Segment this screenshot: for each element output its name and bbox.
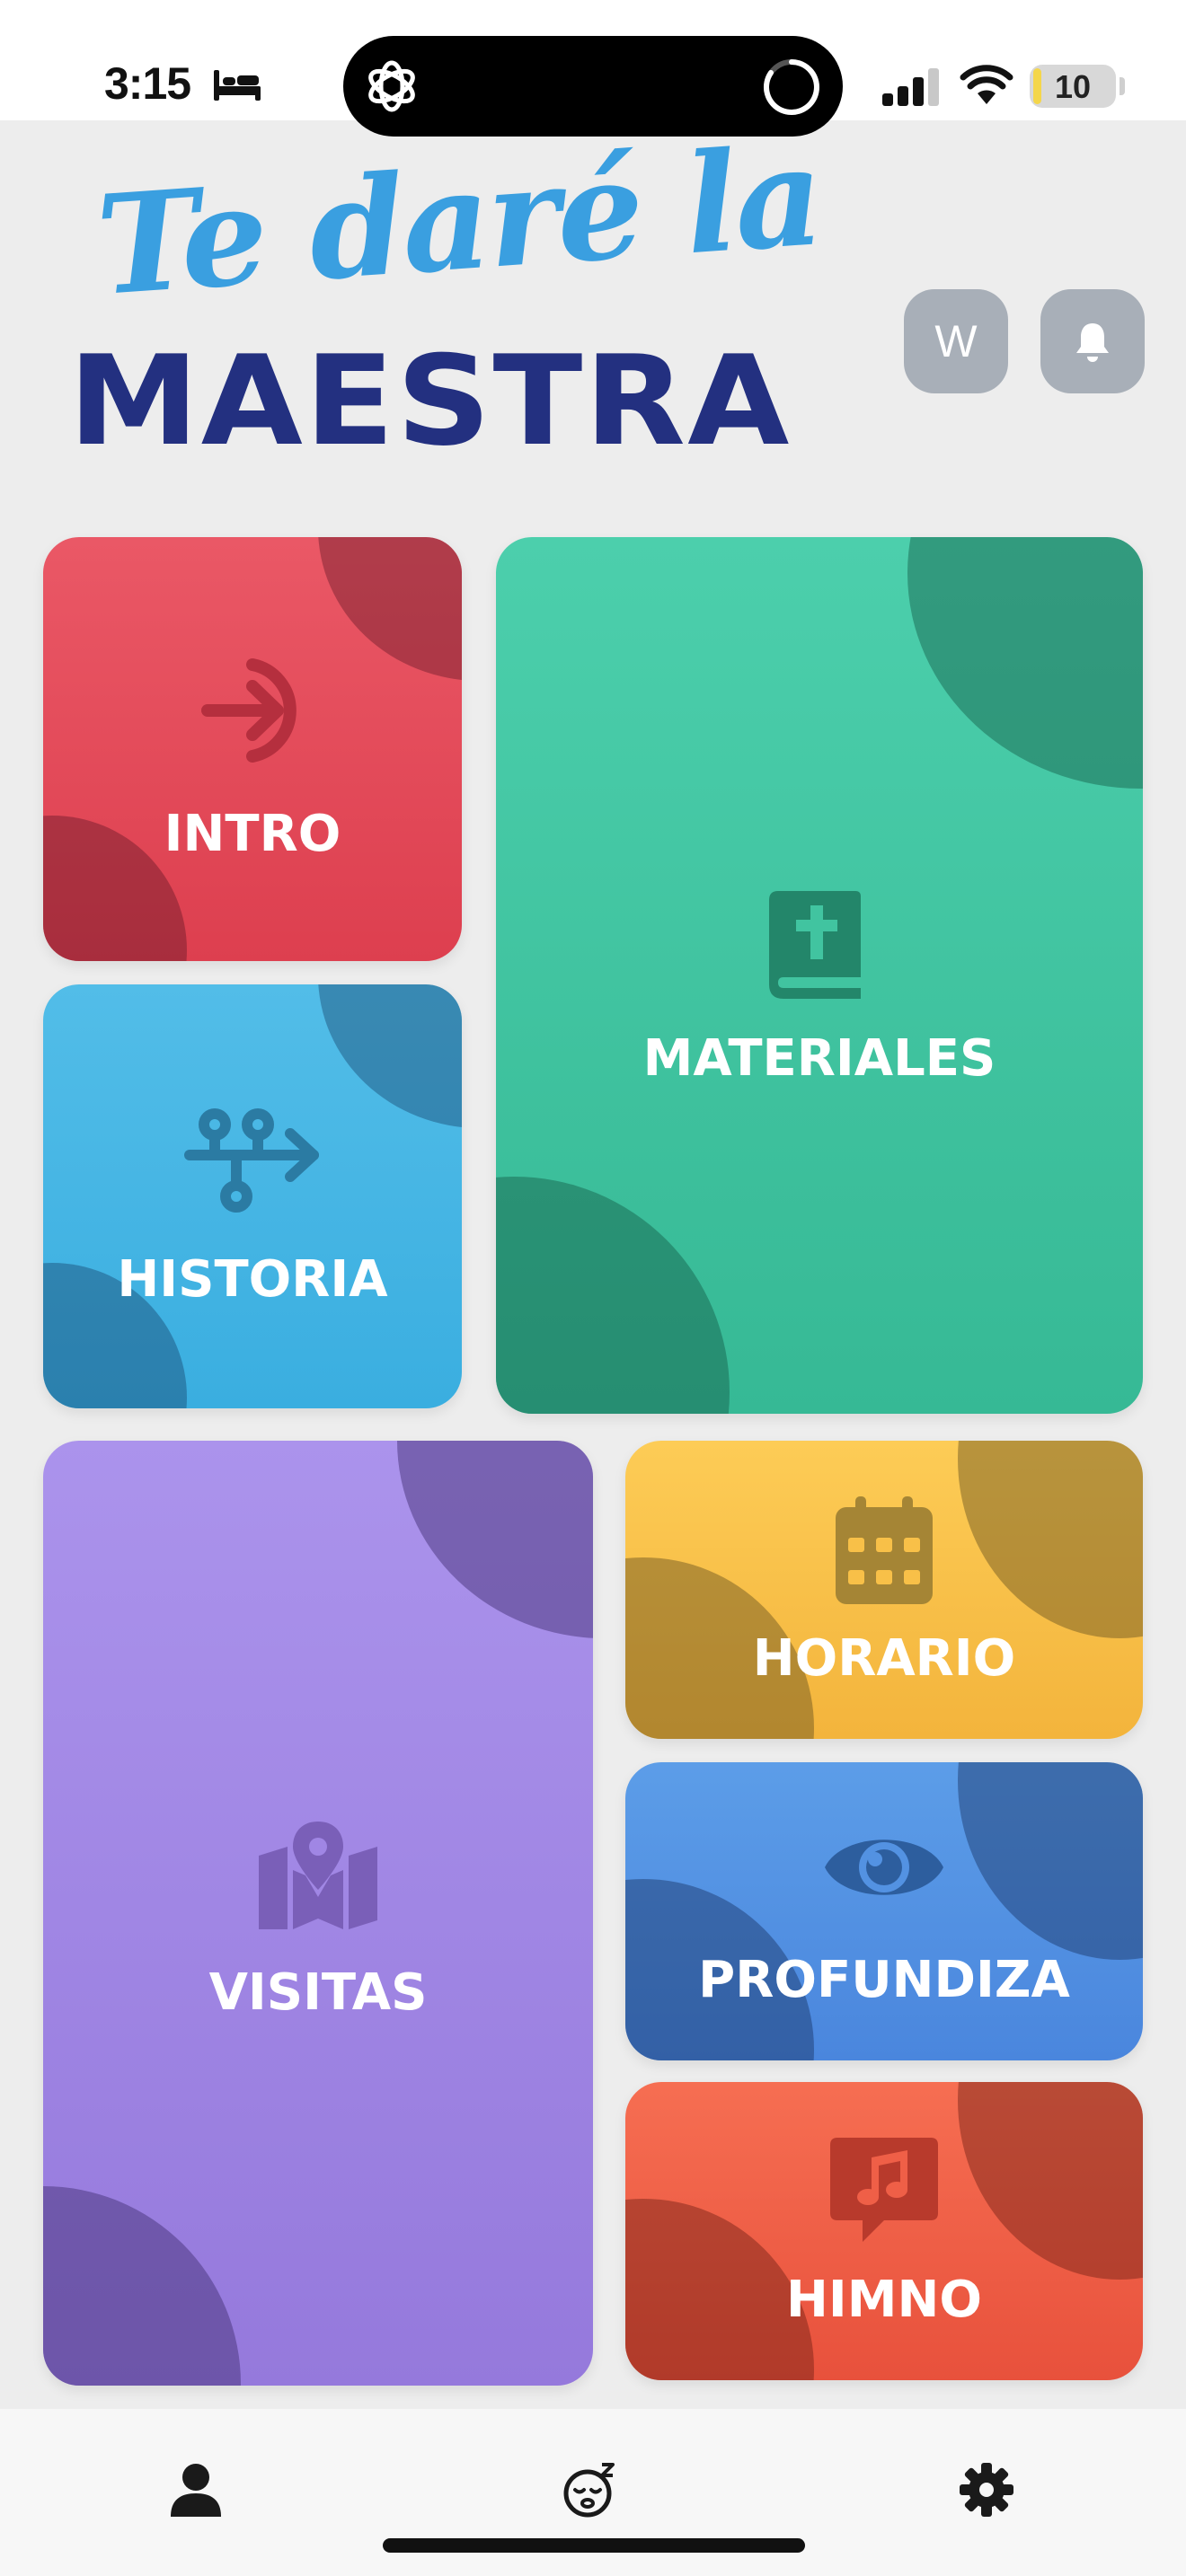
tile-decoration bbox=[907, 537, 1143, 789]
tile-horario[interactable]: HORARIO bbox=[625, 1441, 1143, 1739]
arrow-into-circle-icon bbox=[201, 658, 296, 763]
battery-level: 10 bbox=[1054, 68, 1092, 105]
tile-profundiza-label: PROFUNDIZA bbox=[698, 1951, 1070, 2009]
battery-nub bbox=[1120, 77, 1125, 95]
bell-icon bbox=[1076, 323, 1109, 362]
avatar-button[interactable]: W bbox=[904, 289, 1008, 393]
chatgpt-logo-icon bbox=[368, 60, 415, 112]
tile-historia-label: HISTORIA bbox=[117, 1250, 388, 1309]
tile-materiales[interactable]: MATERIALES bbox=[496, 537, 1143, 1414]
tile-decoration bbox=[958, 2082, 1143, 2280]
tile-himno[interactable]: HIMNO bbox=[625, 2082, 1143, 2380]
activity-ring-icon bbox=[763, 59, 819, 115]
status-time: 3:15 bbox=[104, 58, 191, 109]
tile-decoration bbox=[958, 1762, 1143, 1960]
tile-visitas-label: VISITAS bbox=[208, 1963, 428, 2022]
tile-decoration bbox=[397, 1441, 593, 1638]
notifications-button[interactable] bbox=[1040, 289, 1145, 393]
gear-icon[interactable] bbox=[958, 2461, 1015, 2519]
home-indicator[interactable] bbox=[383, 2538, 805, 2553]
profile-icon[interactable] bbox=[167, 2461, 225, 2519]
calendar-icon bbox=[836, 1496, 933, 1604]
tile-intro[interactable]: INTRO bbox=[43, 537, 462, 961]
battery-icon: 10 bbox=[1030, 65, 1116, 108]
sleeping-face-icon[interactable] bbox=[561, 2461, 618, 2519]
tile-decoration bbox=[958, 1441, 1143, 1638]
status-bar: 3:15 10 bbox=[0, 0, 1186, 137]
tile-visitas[interactable]: VISITAS bbox=[43, 1441, 593, 2386]
tile-horario-label: HORARIO bbox=[752, 1629, 1016, 1688]
tile-decoration bbox=[318, 537, 462, 681]
tile-decoration bbox=[496, 1177, 730, 1414]
tile-intro-label: INTRO bbox=[164, 805, 341, 863]
timeline-arrow-icon bbox=[184, 1108, 319, 1213]
logo-line-bold: MAESTRA bbox=[68, 329, 792, 473]
tile-decoration bbox=[318, 984, 462, 1128]
tile-historia[interactable]: HISTORIA bbox=[43, 984, 462, 1408]
tile-himno-label: HIMNO bbox=[786, 2271, 982, 2329]
tile-materiales-label: MATERIALES bbox=[642, 1029, 996, 1088]
tile-decoration bbox=[43, 2186, 241, 2386]
tile-profundiza[interactable]: PROFUNDIZA bbox=[625, 1762, 1143, 2060]
eye-icon bbox=[825, 1839, 943, 1895]
wifi-icon bbox=[960, 65, 1013, 104]
music-note-icon bbox=[830, 2138, 938, 2242]
bed-icon bbox=[214, 70, 261, 101]
map-pin-icon bbox=[259, 1822, 377, 1929]
logo-line-script: Te daré la bbox=[92, 115, 826, 326]
cellular-signal-icon bbox=[882, 68, 939, 106]
bible-icon bbox=[769, 891, 861, 999]
